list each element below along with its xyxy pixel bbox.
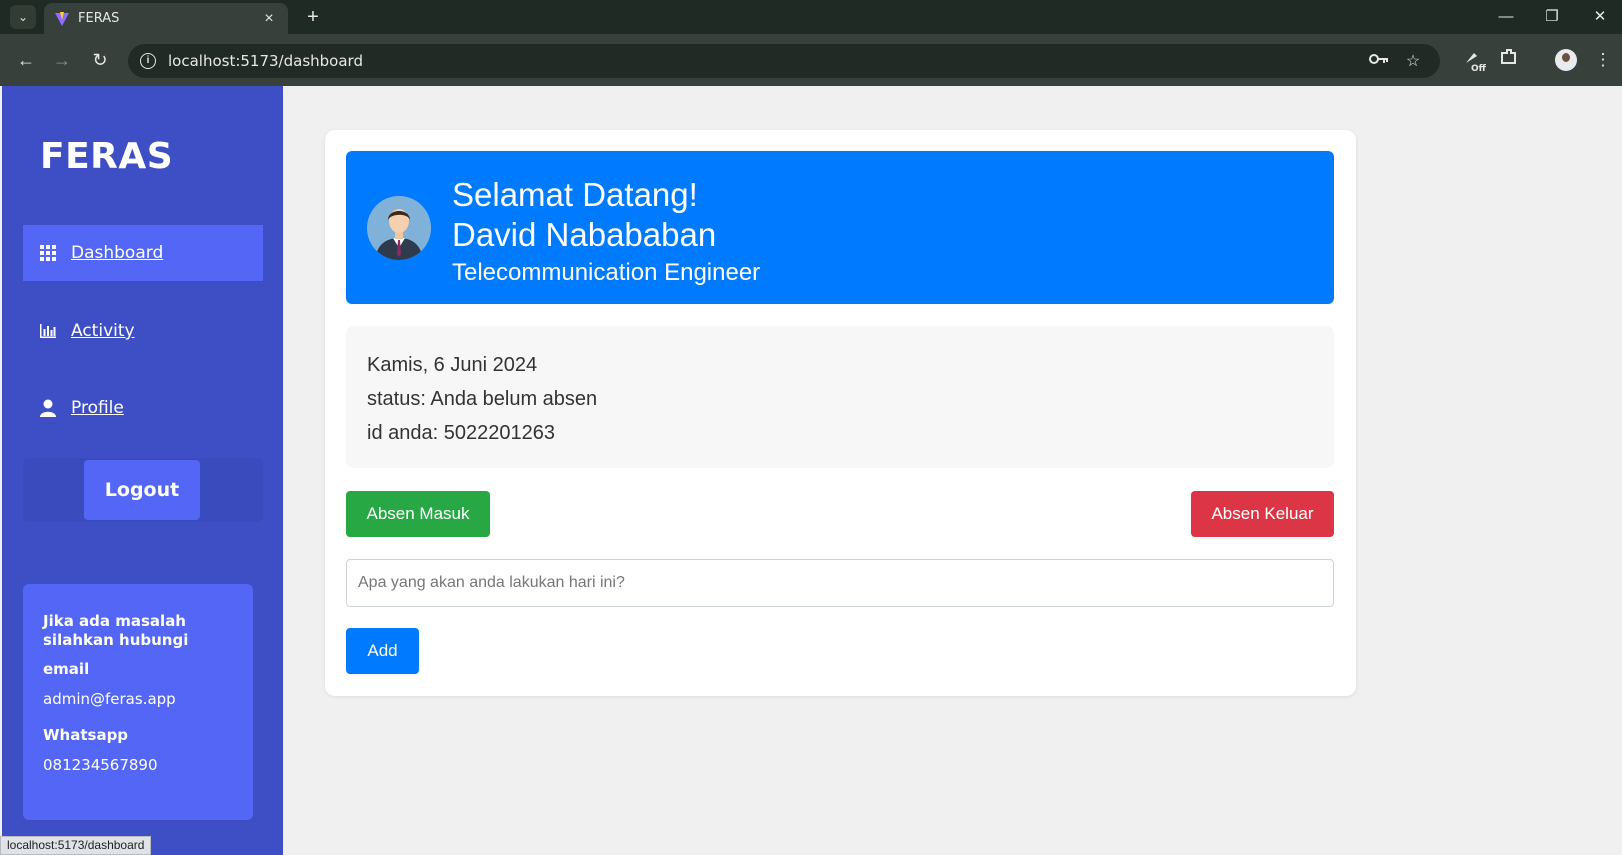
help-card: Jika ada masalah silahkan hubungi email … [23, 584, 253, 820]
user-role: Telecommunication Engineer [452, 259, 761, 286]
welcome-greeting: Selamat Datang! [452, 176, 698, 213]
user-id: id anda: 5022201263 [367, 422, 555, 444]
extensions-puzzle-icon[interactable] [1496, 47, 1522, 73]
chevron-down-icon: ⌄ [17, 10, 29, 24]
attendance-status: status: Anda belum absen [367, 388, 598, 410]
check-out-button[interactable]: Absen Keluar [1191, 491, 1334, 537]
sidebar-item-label[interactable]: Activity [71, 321, 135, 341]
check-in-button[interactable]: Absen Masuk [346, 491, 490, 537]
sidebar-item-dashboard[interactable]: Dashboard [23, 225, 263, 281]
bar-chart-icon [39, 324, 57, 338]
tab-title: FERAS [78, 11, 120, 26]
help-title: Jika ada masalah silahkan hubungi [43, 612, 189, 649]
logout-container: Logout [23, 458, 263, 522]
address-bar[interactable]: i localhost:5173/dashboard ☆ [128, 44, 1440, 78]
tab-search-button[interactable]: ⌄ [10, 5, 36, 29]
site-info-icon[interactable]: i [140, 53, 156, 69]
back-icon[interactable]: ← [12, 46, 40, 74]
logout-button[interactable]: Logout [84, 460, 200, 520]
svg-text:Off: Off [1471, 64, 1486, 73]
new-tab-button[interactable]: + [300, 4, 326, 30]
help-whatsapp-label: Whatsapp [43, 726, 129, 744]
help-email-label: email [43, 660, 90, 678]
vite-logo-icon [55, 11, 69, 26]
sidebar-item-label[interactable]: Profile [71, 398, 124, 418]
help-email-value: admin@feras.app [43, 690, 176, 708]
grid-icon [39, 245, 57, 261]
password-key-icon[interactable] [1368, 51, 1390, 73]
sidebar: FERAS Dashboard Activity Profile Logout … [2, 86, 283, 855]
welcome-banner: Selamat Datang! David Nabababan Telecomm… [346, 151, 1334, 304]
brand-logo: FERAS [40, 136, 174, 177]
close-icon[interactable]: × [260, 10, 278, 28]
sidebar-item-profile[interactable]: Profile [23, 380, 263, 436]
user-avatar [367, 196, 431, 260]
browser-tab[interactable]: FERAS × [44, 3, 288, 34]
sidebar-item-activity[interactable]: Activity [23, 303, 263, 359]
extension-off-icon[interactable]: Off [1460, 47, 1487, 74]
minimize-icon[interactable]: — [1486, 4, 1526, 30]
task-input[interactable] [346, 559, 1334, 607]
browser-tab-bar: ⌄ FERAS × + — ❐ ✕ [0, 0, 1622, 34]
browser-toolbar: ← → ↻ i localhost:5173/dashboard ☆ Off ⋮ [0, 34, 1622, 86]
restore-icon[interactable]: ❐ [1532, 4, 1572, 30]
forward-icon[interactable]: → [48, 46, 76, 74]
add-task-button[interactable]: Add [346, 628, 419, 674]
attendance-info: Kamis, 6 Juni 2024 status: Anda belum ab… [346, 326, 1334, 468]
bookmark-star-icon[interactable]: ☆ [1402, 51, 1424, 73]
link-status-bar: localhost:5173/dashboard [0, 836, 152, 855]
address-url[interactable]: localhost:5173/dashboard [168, 52, 363, 70]
help-whatsapp-value: 081234567890 [43, 756, 158, 774]
dashboard-card: Selamat Datang! David Nabababan Telecomm… [325, 130, 1356, 696]
sidebar-item-label[interactable]: Dashboard [71, 243, 163, 263]
welcome-text: Selamat Datang! David Nabababan Telecomm… [452, 175, 760, 291]
current-date: Kamis, 6 Juni 2024 [367, 354, 538, 376]
window-close-icon[interactable]: ✕ [1580, 4, 1620, 30]
user-name: David Nabababan [452, 216, 717, 253]
user-icon [39, 399, 57, 417]
profile-avatar-icon[interactable] [1555, 49, 1577, 71]
reload-icon[interactable]: ↻ [86, 46, 114, 74]
more-menu-icon[interactable]: ⋮ [1590, 47, 1616, 73]
